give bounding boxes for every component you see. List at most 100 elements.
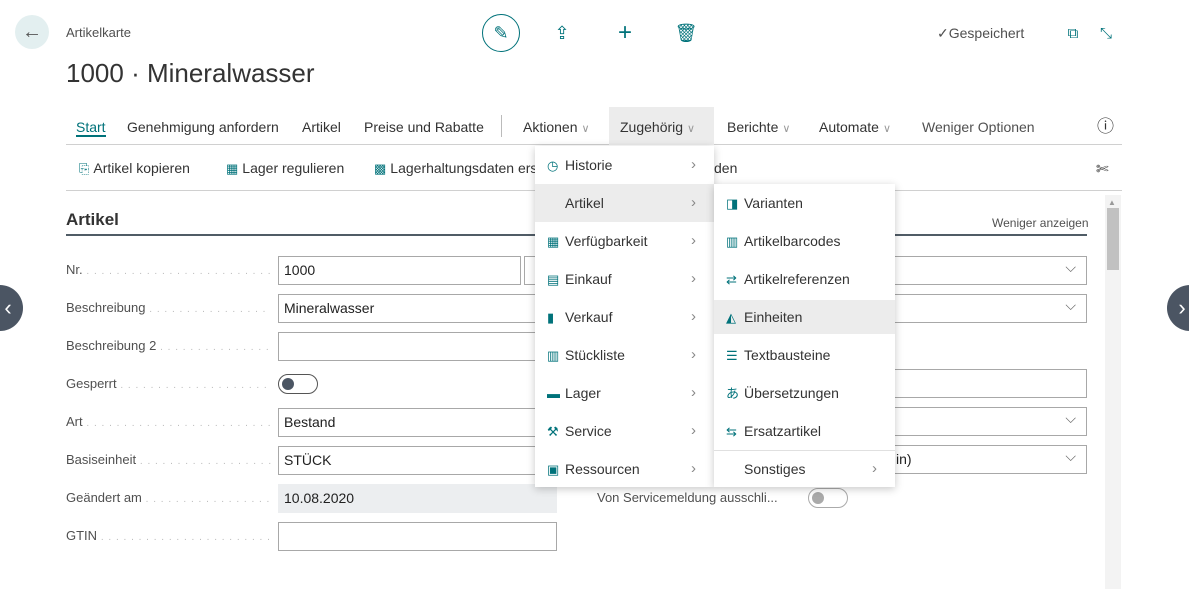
tab-weniger-optionen[interactable]: Weniger Optionen [922,107,1035,145]
new-button[interactable]: + [606,14,644,52]
field-label: GTIN [66,528,271,543]
units-icon: ◭ [726,310,736,325]
service-toggle[interactable] [808,488,848,508]
chevron-right-icon: › [691,384,696,401]
action-partial[interactable]: den [714,160,737,176]
blocked-toggle[interactable] [278,374,318,394]
next-record-button[interactable]: › [1167,285,1189,331]
submenu-item-barcodes[interactable]: ▥ Artikelbarcodes [714,222,895,260]
related-menu: ◷ Historie › Artikel › ▦ Verfügbarkeit › ▤ Ein… [535,146,714,487]
chevron-right-icon: › [691,460,696,477]
tab-aktionen[interactable]: Aktionen ∨ [523,107,590,145]
chevron-right-icon: › [872,460,877,477]
menu-item-service[interactable]: ⚒ Service › [535,412,714,450]
stockkeeping-button[interactable]: ▩ Lagerhaltungsdaten ers [374,160,537,177]
submenu-item-einheiten[interactable]: ◭ Einheiten [714,300,895,334]
check-icon: ✓ [937,25,949,41]
variants-icon: ◨ [726,196,739,211]
gtin-input[interactable] [278,522,557,551]
action-tabs: Start Genehmigung anfordern Artikel Prei… [66,107,1122,145]
section-title: Artikel [66,210,119,229]
scroll-up-icon[interactable]: ▲ [1108,198,1116,207]
service-icon: ⚒ [547,424,559,439]
artikel-submenu: ◨ Varianten ▥ Artikelbarcodes ⇄ Artikelrefe… [714,184,895,487]
warehouse-icon: ▬ [547,386,560,401]
modified-date: 10.08.2020 [278,484,557,513]
tab-berichte[interactable]: Berichte ∨ [727,107,790,145]
availability-icon: ▦ [547,234,560,249]
chevron-right-icon: › [691,194,696,211]
chevron-right-icon: › [1178,295,1186,320]
chevron-right-icon: › [691,156,696,173]
collapse-button[interactable]: ⤡ [1087,14,1125,52]
menu-item-verkauf[interactable]: ▮ Verkauf › [535,298,714,336]
menu-item-einkauf[interactable]: ▤ Einkauf › [535,260,714,298]
field-label: Beschreibung [66,300,271,315]
menu-item-stueckliste[interactable]: ▥ Stückliste › [535,336,714,374]
barcode-icon: ▥ [726,234,739,249]
scrollbar-thumb[interactable] [1107,208,1119,270]
submenu-item-uebersetzungen[interactable]: あ Übersetzungen [714,374,895,412]
adjust-inventory-button[interactable]: ▦ Lager regulieren [226,160,344,177]
purchase-icon: ▤ [547,272,560,287]
type-select[interactable]: Bestand [278,408,557,437]
tab-zugehoerig[interactable]: Zugehörig ∨ [609,107,714,145]
pencil-icon: ✎ [493,22,509,43]
translate-icon: あ [726,386,740,401]
trash-icon: 🗑 [674,22,698,43]
copy-icon: ⎘ [79,161,90,176]
chevron-right-icon: › [691,232,696,249]
chevron-down-icon: ∨ [687,123,696,135]
delete-button[interactable]: 🗑 [667,14,705,52]
chevron-right-icon: › [691,308,696,325]
tab-start[interactable]: Start [76,107,106,145]
menu-item-artikel[interactable]: Artikel › [535,184,714,222]
nr-input[interactable]: 1000 [278,256,521,285]
text-icon: ☰ [726,348,738,363]
saved-status: ✓Gespeichert [937,25,1025,41]
collapse-icon: ⤡ [1099,24,1112,42]
chevron-right-icon: › [691,270,696,287]
submenu-item-sonstiges[interactable]: Sonstiges › [714,450,895,488]
submenu-item-ersatzartikel[interactable]: ⇆ Ersatzartikel [714,412,895,450]
show-less-link[interactable]: Weniger anzeigen [992,216,1089,230]
plus-icon: + [617,19,632,46]
field-label: Basiseinheit [66,452,271,467]
resources-icon: ▣ [547,462,560,477]
description-input[interactable]: Mineralwasser [278,294,557,323]
field-label: Geändert am [66,490,271,505]
unpin-icon[interactable]: ✄ [1096,160,1109,178]
menu-item-verfuegbarkeit[interactable]: ▦ Verfügbarkeit › [535,222,714,260]
menu-item-lager[interactable]: ▬ Lager › [535,374,714,412]
info-icon[interactable]: ⓘ [1097,107,1114,145]
share-icon: ⇪ [554,22,570,43]
submenu-item-varianten[interactable]: ◨ Varianten [714,184,895,222]
tab-artikel[interactable]: Artikel [302,107,341,145]
chevron-down-icon: ∨ [882,123,891,135]
edit-button[interactable]: ✎ [482,14,520,52]
chevron-left-icon: ‹ [4,295,12,320]
description2-input[interactable] [278,332,557,361]
submenu-item-textbausteine[interactable]: ☰ Textbausteine [714,336,895,374]
open-window-icon: ⧉ [1067,24,1079,42]
sales-icon: ▮ [547,310,555,325]
chevron-down-icon: ∨ [581,123,590,135]
field-label: Art [66,414,271,429]
field-label: Beschreibung 2 [66,338,271,353]
menu-item-historie[interactable]: ◷ Historie › [535,146,714,184]
divider [501,115,502,137]
prev-record-button[interactable]: ‹ [0,285,23,331]
copy-item-button[interactable]: ⎘ Artikel kopieren [79,160,190,177]
page-title: 1000 · Mineralwasser [66,58,315,88]
history-icon: ◷ [547,158,559,173]
bom-icon: ▥ [547,348,560,363]
base-unit-input[interactable]: STÜCK [278,446,557,475]
tab-genehmigung[interactable]: Genehmigung anfordern [127,107,279,145]
menu-item-ressourcen[interactable]: ▣ Ressourcen › [535,450,714,488]
tab-automate[interactable]: Automate ∨ [819,107,891,145]
submenu-item-referenzen[interactable]: ⇄ Artikelreferenzen [714,260,895,298]
inventory-icon: ▦ [226,161,239,176]
share-button[interactable]: ⇪ [543,14,581,52]
tab-preise[interactable]: Preise und Rabatte [364,107,484,145]
back-button[interactable]: ← [15,15,49,49]
